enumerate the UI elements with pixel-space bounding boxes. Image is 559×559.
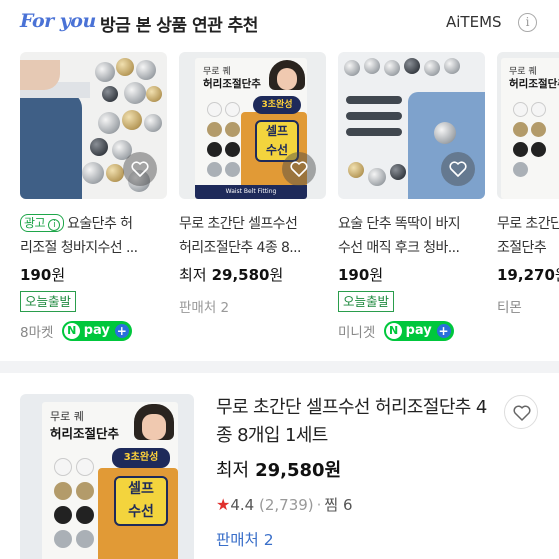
star-icon: ★ bbox=[216, 495, 231, 514]
product-card[interactable]: 무로 퀘 허리조절단추 3초완성 셀프 수선 Waist Belt Fitting bbox=[179, 52, 326, 352]
store-info: 8마켓 Npay + bbox=[20, 321, 132, 341]
store-info: 미니겟 Npay + bbox=[338, 321, 454, 341]
product-price: 190원 bbox=[20, 266, 66, 284]
store-name[interactable]: 미니겟 bbox=[338, 325, 375, 341]
seller-count-link[interactable]: 판매처 2 bbox=[216, 528, 274, 550]
product-image[interactable]: 무로 퀘 허리조절단추 3초완성 셀프 수선 Waist Belt Fitting bbox=[179, 52, 326, 199]
info-icon[interactable]: i bbox=[518, 13, 537, 32]
product-price: 19,270원 bbox=[497, 266, 559, 284]
section-title: 방금 본 상품 연관 추천 bbox=[100, 16, 258, 36]
product-card[interactable]: 요술 단추 똑딱이 바지 수선 매직 후크 청바... 190원 오늘출발 미니… bbox=[338, 52, 485, 352]
product-card[interactable]: 무로 퀘 허리조절단추 무로 초간단 셀 조절단추 19,270원 티몬 bbox=[497, 52, 559, 352]
info-icon: i bbox=[48, 219, 61, 231]
product-image[interactable] bbox=[338, 52, 485, 199]
plus-icon: + bbox=[436, 324, 451, 338]
ad-badge[interactable]: 광고 i bbox=[20, 214, 65, 232]
product-package-art: 무로 퀘 허리조절단추 bbox=[501, 58, 559, 199]
product-price: 190원 bbox=[338, 266, 384, 284]
detail-product-image[interactable]: 무로 퀘 허리조절단추 3초완성 셀프 수선 bbox=[20, 394, 194, 559]
for-you-logo: For you bbox=[20, 10, 96, 32]
product-card[interactable]: 광고 i 요술단추 허 리조절 청바지수선 ... 190원 오늘출발 8마켓 N… bbox=[20, 52, 167, 352]
section-header: For you 방금 본 상품 연관 추천 AiTEMS i bbox=[0, 0, 559, 46]
wishlist-button[interactable] bbox=[282, 152, 316, 186]
aitems-label: AiTEMS bbox=[446, 13, 502, 31]
same-day-shipping-badge: 오늘출발 bbox=[20, 291, 77, 312]
recommendation-carousel[interactable]: 광고 i 요술단추 허 리조절 청바지수선 ... 190원 오늘출발 8마켓 N… bbox=[0, 52, 559, 352]
detail-product-price: 최저 29,580원 bbox=[216, 460, 342, 481]
product-title[interactable]: 광고 i 요술단추 허 리조절 청바지수선 ... bbox=[20, 212, 170, 260]
wishlist-button[interactable] bbox=[504, 395, 538, 429]
heart-icon bbox=[290, 161, 308, 177]
product-title[interactable]: 무로 초간단 셀프수선 허리조절단추 4종 8... bbox=[179, 212, 329, 260]
product-title[interactable]: 요술 단추 똑딱이 바지 수선 매직 후크 청바... bbox=[338, 212, 488, 260]
seller-count[interactable]: 판매처 2 bbox=[179, 296, 229, 316]
rating-row: ★4.4 (2,739) · 찜 6 bbox=[216, 495, 353, 514]
product-image[interactable]: 무로 퀘 허리조절단추 bbox=[497, 52, 559, 199]
detail-product-title[interactable]: 무로 초간단 셀프수선 허리조절단추 4종 8개입 1세트 bbox=[216, 394, 496, 450]
product-package-art: 무로 퀘 허리조절단추 3초완성 셀프 수선 bbox=[42, 402, 178, 559]
naver-n-icon: N bbox=[385, 323, 402, 339]
rating-value: 4.4 bbox=[230, 496, 255, 514]
heart-icon bbox=[131, 161, 149, 177]
npay-badge: Npay + bbox=[61, 321, 132, 341]
product-title[interactable]: 무로 초간단 셀 조절단추 bbox=[497, 212, 559, 260]
wishlist-button[interactable] bbox=[441, 152, 475, 186]
store-name[interactable]: 티몬 bbox=[497, 296, 522, 316]
wishlist-button[interactable] bbox=[123, 152, 157, 186]
npay-badge: Npay + bbox=[383, 321, 454, 341]
naver-n-icon: N bbox=[63, 323, 80, 339]
heart-icon bbox=[513, 405, 531, 421]
section-divider bbox=[0, 361, 559, 373]
store-name[interactable]: 8마켓 bbox=[20, 325, 53, 341]
review-count[interactable]: (2,739) bbox=[259, 496, 314, 514]
heart-icon bbox=[449, 161, 467, 177]
product-price: 최저 29,580원 bbox=[179, 266, 284, 284]
same-day-shipping-badge: 오늘출발 bbox=[338, 291, 395, 312]
plus-icon: + bbox=[114, 324, 129, 338]
product-image[interactable] bbox=[20, 52, 167, 199]
wish-count: 찜 6 bbox=[324, 496, 353, 514]
